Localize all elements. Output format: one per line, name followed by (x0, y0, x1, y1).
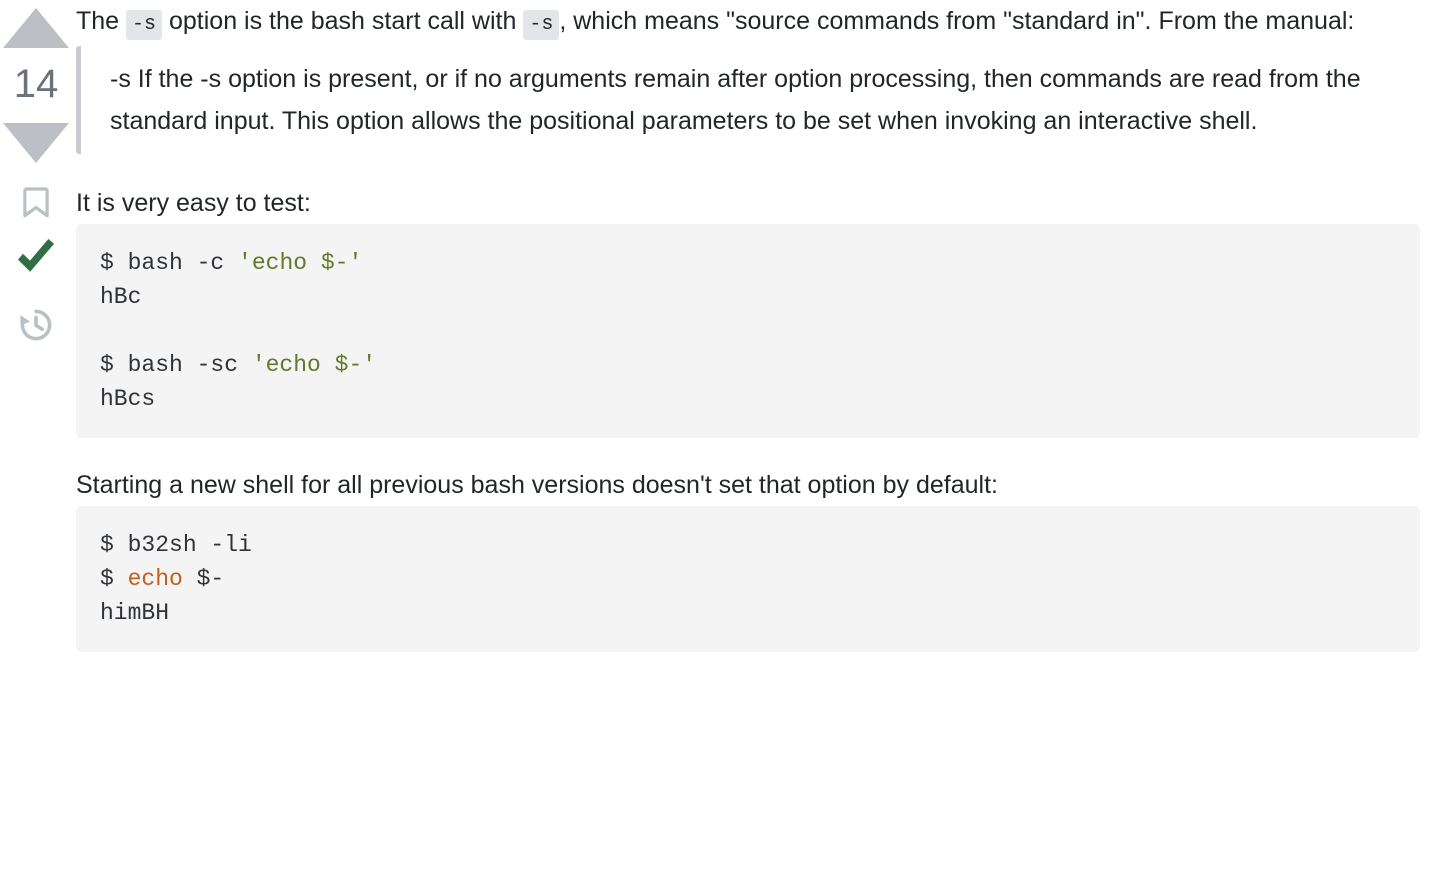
code-token: $- (182, 566, 225, 592)
code-token: echo (127, 566, 183, 592)
answer-container: 14 The -s option is the bash start call … (0, 0, 1440, 882)
accepted-check-icon (14, 237, 58, 279)
downvote-arrow[interactable] (3, 123, 69, 163)
code-token: himBH (100, 600, 170, 626)
vote-sidebar: 14 (0, 0, 72, 343)
start-intro-paragraph: Starting a new shell for all previous ba… (76, 471, 998, 499)
code-token: hBcs (100, 386, 156, 412)
code-token: $ (100, 566, 128, 592)
code-token: $ b32sh -li (100, 532, 252, 558)
vote-count: 14 (13, 62, 59, 106)
code-token: $ bash -sc (100, 352, 252, 378)
manual-blockquote: -s If the -s option is present, or if no… (76, 46, 1420, 154)
code-token: hBc (100, 284, 142, 310)
code-block-b32sh[interactable]: $ b32sh -li $ echo $- himBH (76, 506, 1420, 652)
inline-code-s-second: -s (523, 10, 560, 40)
test-intro-paragraph: It is very easy to test: (76, 189, 311, 217)
post-body: The -s option is the bash start call wit… (72, 0, 1440, 652)
intro-text-part1: The (76, 7, 127, 35)
inline-code-s-first: -s (126, 10, 163, 40)
intro-text-part2: option is the bash start call with (162, 7, 524, 35)
bookmark-icon[interactable] (19, 185, 53, 221)
intro-text-part3: , which means "source commands from "sta… (559, 7, 1355, 35)
revision-history-icon[interactable] (18, 307, 54, 343)
code-block-bash-s-test[interactable]: $ bash -c 'echo $-' hBc $ bash -sc 'echo… (76, 224, 1420, 438)
code-token: 'echo $-' (238, 250, 363, 276)
manual-blockquote-text: -s If the -s option is present, or if no… (110, 65, 1361, 135)
code-token: $ bash -c (100, 250, 239, 276)
intro-paragraph: The -s option is the bash start call wit… (76, 0, 1420, 46)
upvote-arrow[interactable] (3, 8, 69, 48)
code-token: 'echo $-' (251, 352, 377, 378)
